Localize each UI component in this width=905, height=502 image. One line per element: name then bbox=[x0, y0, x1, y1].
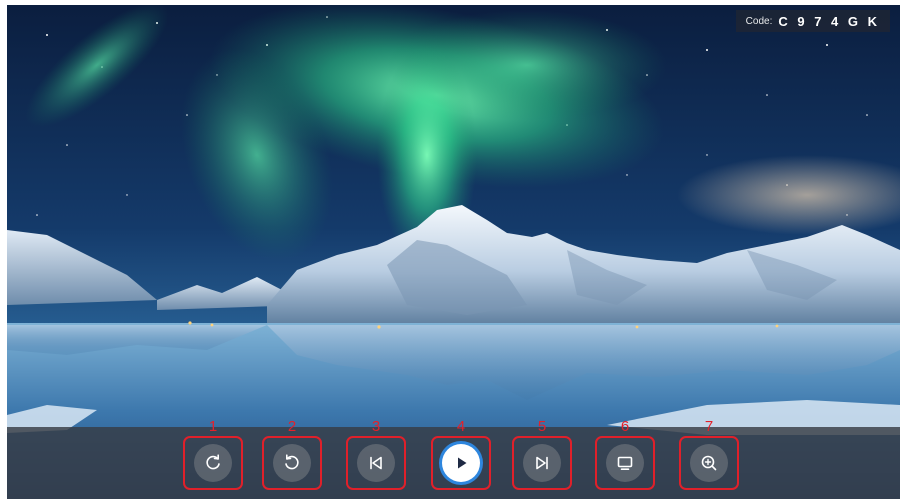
code-label: Code: bbox=[745, 15, 773, 27]
rotate-clockwise-icon bbox=[206, 454, 220, 470]
zoom-in-button[interactable]: 7 bbox=[679, 418, 739, 490]
image-viewer: Code: C 9 7 4 G K 1 2 3 4 5 6 7 bbox=[7, 5, 900, 499]
code-badge: Code: C 9 7 4 G K bbox=[735, 10, 890, 32]
display-icon bbox=[617, 456, 633, 471]
code-value: C 9 7 4 G K bbox=[778, 13, 880, 29]
control-number-label: 6 bbox=[620, 418, 630, 435]
zoom-in-icon bbox=[701, 455, 717, 471]
rotate-clockwise-button[interactable]: 1 bbox=[183, 418, 243, 490]
previous-icon bbox=[370, 456, 382, 470]
control-number-label: 5 bbox=[537, 418, 547, 435]
display-button[interactable]: 6 bbox=[595, 418, 655, 490]
control-number-label: 4 bbox=[456, 418, 466, 435]
playback-control-bar: 1 2 3 4 5 6 7 bbox=[7, 418, 900, 499]
control-number-label: 3 bbox=[371, 418, 381, 435]
next-icon bbox=[536, 456, 548, 470]
rotate-counterclockwise-button[interactable]: 2 bbox=[262, 418, 322, 490]
control-number-label: 2 bbox=[287, 418, 297, 435]
rotate-counterclockwise-icon bbox=[285, 454, 299, 470]
play-button[interactable]: 4 bbox=[431, 418, 491, 490]
next-button[interactable]: 5 bbox=[512, 418, 572, 490]
play-icon bbox=[458, 457, 467, 469]
control-number-label: 7 bbox=[704, 418, 714, 435]
control-number-label: 1 bbox=[208, 418, 218, 435]
previous-button[interactable]: 3 bbox=[346, 418, 406, 490]
